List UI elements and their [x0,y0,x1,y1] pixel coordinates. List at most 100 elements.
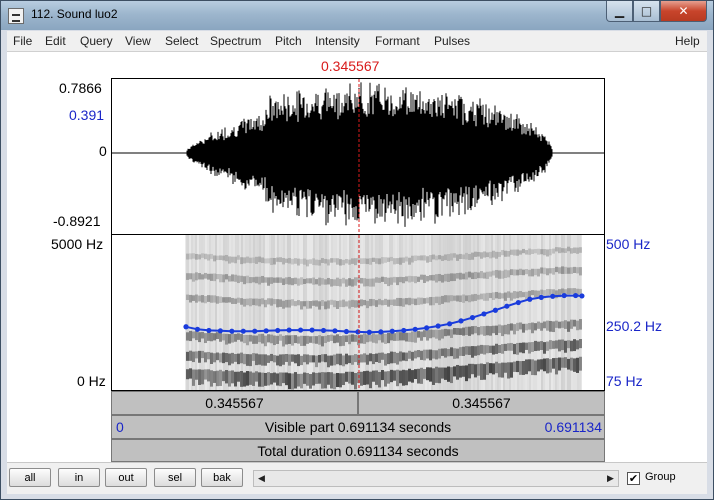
formant-band [546,358,549,374]
formant-band [198,350,201,363]
formant-band [399,297,402,307]
formant-band [360,334,363,344]
formant-band [480,271,483,279]
formant-band [213,333,216,341]
formant-band [300,373,303,389]
zoom-all-button[interactable]: all [9,468,51,487]
spectrogram-plot [183,235,585,390]
formant-band [555,320,558,328]
formant-band [342,373,345,386]
formant-band [414,332,417,343]
maximize-button[interactable]: □ [633,1,660,22]
pitch-point [378,329,384,335]
menu-file[interactable]: File [13,34,32,48]
zoom-back-button[interactable]: bak [201,468,243,487]
formant-band [285,299,288,308]
formant-band [522,248,525,254]
formant-band [285,277,288,285]
formant-band [426,349,429,359]
menu-formant[interactable]: Formant [375,34,420,48]
formant-band [369,278,372,287]
formant-band [348,300,351,309]
formant-band [204,272,207,279]
group-checkbox[interactable]: ✔ [627,472,640,485]
close-button[interactable]: ✕ [660,1,707,22]
formant-band [417,368,420,384]
formant-band [288,335,291,344]
scroll-left-arrow-icon[interactable]: ◀ [254,471,269,486]
formant-band [468,363,471,379]
formant-band [363,258,366,264]
formant-band [477,251,480,257]
formant-band [276,299,279,308]
formant-band [354,258,357,266]
zoom-out-button[interactable]: out [105,468,147,487]
formant-band [459,347,462,356]
menu-query[interactable]: Query [80,34,113,48]
menu-select[interactable]: Select [165,34,198,48]
formant-band [489,326,492,336]
scroll-right-arrow-icon[interactable]: ▶ [603,471,618,486]
formant-band [327,277,330,285]
formant-band [315,300,318,307]
formant-band [504,269,507,279]
formant-band [255,353,258,366]
formant-band [279,299,282,307]
menu-spectrum[interactable]: Spectrum [210,34,261,48]
formant-band [399,332,402,341]
formant-band [570,248,573,254]
time-scrollbar[interactable]: ◀ ▶ [253,470,619,487]
editor-window: 112. Sound luo2 ▁ □ ✕ File Edit Query Vi… [0,0,714,500]
cursor-left-segment[interactable]: 0.345567 [111,391,358,415]
menu-help[interactable]: Help [675,34,700,48]
formant-band [459,272,462,280]
formant-band [432,254,435,260]
formant-band [411,331,414,343]
formant-band [186,369,189,380]
formant-band [480,363,483,380]
formant-band [522,342,525,354]
formant-band [576,340,579,350]
formant-band [420,367,423,384]
formant-band [339,335,342,347]
formant-band [240,334,243,342]
formant-band [258,372,261,387]
waveform-panel[interactable] [111,78,605,235]
formant-band [489,251,492,259]
menu-pitch[interactable]: Pitch [275,34,302,48]
formant-band [534,249,537,254]
spectrogram-panel[interactable] [111,235,605,391]
visible-start-label: 0 [116,419,124,435]
menu-edit[interactable]: Edit [45,34,66,48]
minimize-button[interactable]: ▁ [606,1,633,22]
formant-band [249,298,252,307]
formant-band [396,331,399,341]
formant-band [309,373,312,389]
formant-band [561,339,564,351]
menu-pulses[interactable]: Pulses [434,34,470,48]
formant-band [348,259,351,265]
menu-view[interactable]: View [125,34,151,48]
pitch-point [527,296,533,302]
formant-band [537,321,540,329]
formant-band [330,355,333,366]
pitch-point [217,328,223,334]
zoom-selection-button[interactable]: sel [154,468,196,487]
formant-band [579,267,582,276]
formant-band [393,351,396,364]
visible-part-bar[interactable]: 0 Visible part 0.691134 seconds 0.691134 [111,415,605,439]
menu-intensity[interactable]: Intensity [315,34,360,48]
formant-band [306,335,309,344]
formant-band [372,353,375,365]
visible-end-label: 0.691134 [544,419,602,435]
formant-band [396,369,399,387]
formant-band [231,333,234,343]
zoom-in-button[interactable]: in [58,468,100,487]
total-duration-bar[interactable]: Total duration 0.691134 seconds [111,439,605,462]
formant-band [573,266,576,273]
formant-band [405,370,408,386]
title-bar[interactable]: 112. Sound luo2 ▁ □ ✕ [1,1,713,30]
formant-band [312,372,315,386]
formant-band [246,334,249,346]
cursor-right-segment[interactable]: 0.345567 [358,391,605,415]
